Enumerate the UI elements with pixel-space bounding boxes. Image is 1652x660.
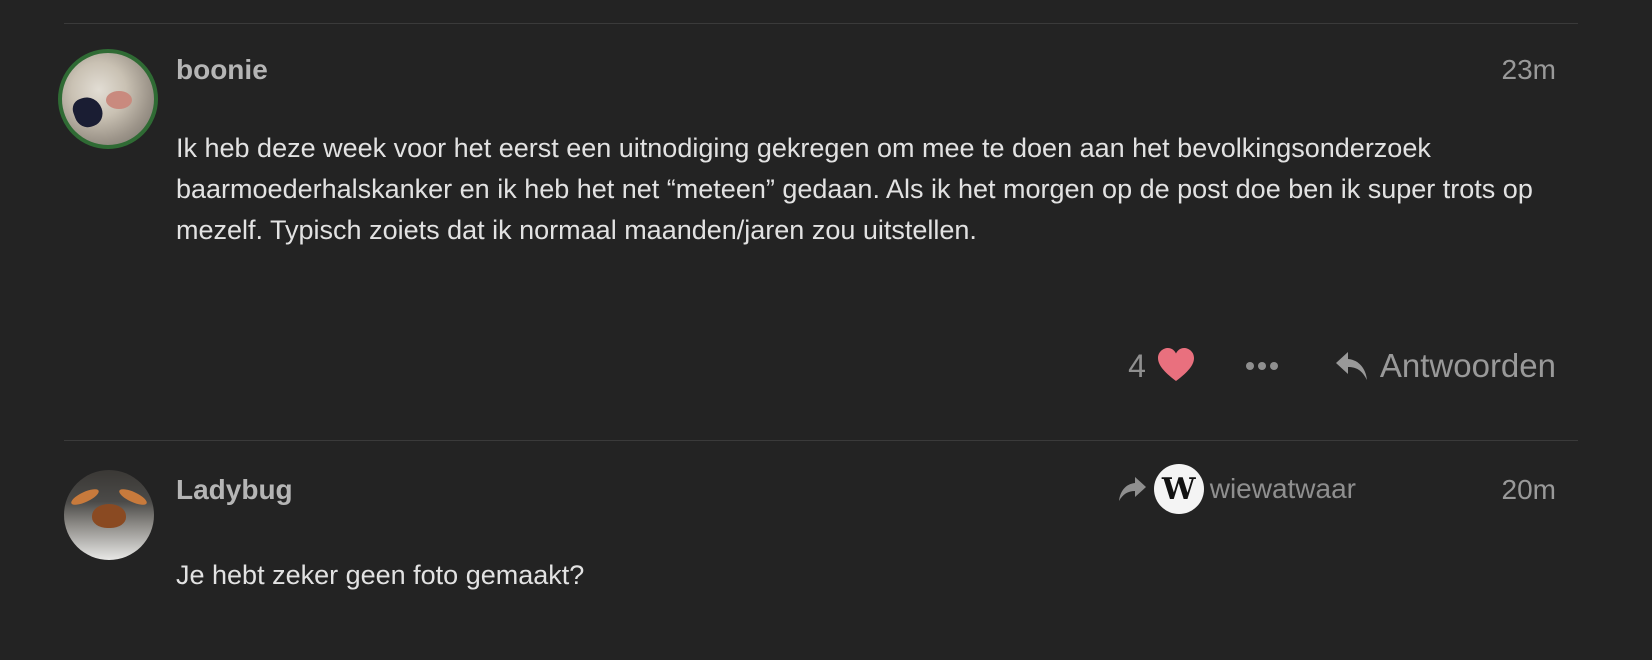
like-count[interactable]: 4 (1128, 348, 1146, 385)
reply-icon (1334, 348, 1370, 384)
post-username[interactable]: boonie (176, 54, 268, 86)
post-divider (64, 440, 1578, 441)
avatar[interactable] (64, 470, 154, 560)
post-body: Je hebt zeker geen foto gemaakt? (176, 555, 1576, 596)
more-options-icon[interactable] (1242, 346, 1282, 386)
heart-icon[interactable] (1156, 346, 1196, 386)
reply-button[interactable]: Antwoorden (1334, 347, 1556, 385)
avatar-detail (117, 486, 149, 508)
reply-to-indicator[interactable]: W wiewatwaar (1116, 464, 1356, 514)
avatar-detail (69, 93, 107, 131)
share-arrow-icon (1116, 473, 1148, 505)
avatar-detail (106, 91, 132, 109)
avatar-detail (92, 504, 126, 528)
post-username[interactable]: Ladybug (176, 474, 293, 506)
avatar[interactable] (58, 49, 158, 149)
post-paragraph: Ik heb deze week voor het eerst een uitn… (176, 133, 1533, 245)
top-divider (64, 23, 1578, 24)
post-paragraph: Je hebt zeker geen foto gemaakt? (176, 560, 585, 590)
reply-to-username: wiewatwaar (1209, 473, 1356, 504)
reply-to-avatar-letter: W (1161, 471, 1196, 507)
post-body: Ik heb deze week voor het eerst een uitn… (176, 128, 1536, 251)
post-actions: 4 Antwoorden (1128, 344, 1556, 388)
reply-label: Antwoorden (1379, 347, 1556, 384)
post-timestamp[interactable]: 23m (1502, 54, 1556, 86)
avatar-detail (69, 486, 101, 508)
reply-to-avatar: W (1153, 464, 1204, 514)
post-timestamp[interactable]: 20m (1502, 474, 1556, 506)
